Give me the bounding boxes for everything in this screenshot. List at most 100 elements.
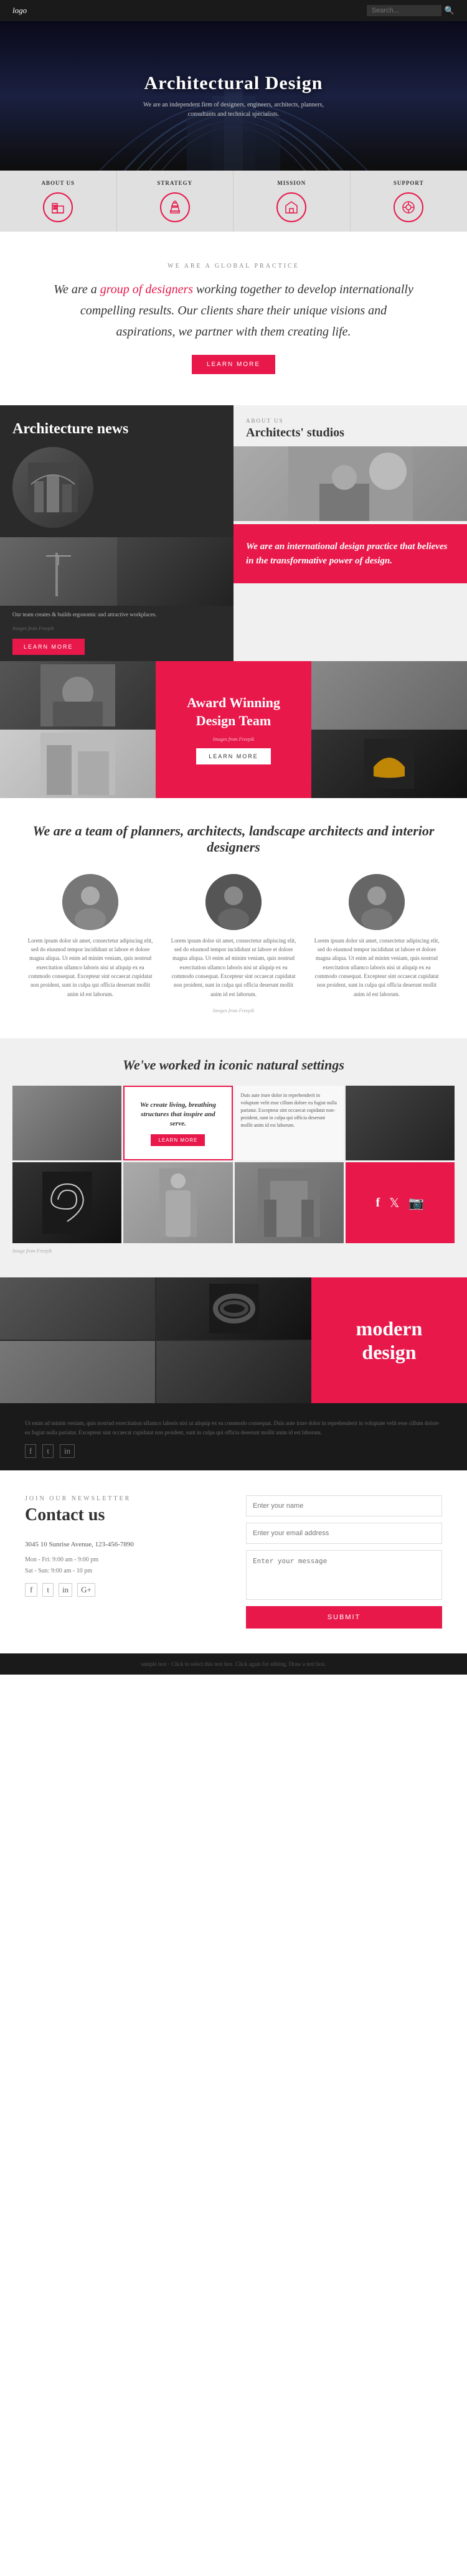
footer-top-section: Ut enim ad minim veniam, quis nostrud ex… [0,1403,467,1470]
iconic-lorem-text: Duis aute irure dolor in reprehenderit i… [241,1092,337,1129]
team-item-1: Lorem ipsum dolor sit amet, consectetur … [25,874,156,999]
nav-item-strategy[interactable]: STRATEGY [117,171,234,232]
modern-img-4 [156,1341,311,1403]
newsletter-grid: JOIN OUR NEWSLETTER Contact us 3045 10 S… [25,1495,442,1629]
team-img-1-svg [62,874,118,930]
nav-item-about[interactable]: ABOUT US [0,171,117,232]
spiral-svg [42,1172,92,1234]
award-img-right-bottom [311,730,467,798]
nav-icon-wrap-strategy [160,192,190,222]
search-bar: 🔍 [367,5,455,16]
nav-icon-wrap-support [394,192,423,222]
iconic-person-img [123,1162,232,1243]
arch-news-right: ABOUT US Architects' studios We are an i… [234,405,467,661]
studios-red-box: We are an international design practice … [234,524,467,583]
team-img-2-svg [205,874,262,930]
footer-bottom: sample text · Click to select this text … [0,1653,467,1675]
team-lorem-1: Lorem ipsum dolor sit amet, consectetur … [25,936,156,999]
award-helmet-svg [364,739,414,789]
arch-news-section: Architecture news Our team creates & bui… [0,405,467,661]
contact-social-icons: f t in G+ [25,1583,221,1597]
contact-linkedin-icon[interactable]: in [59,1583,72,1597]
nav-label-mission: MISSION [277,180,306,186]
arch-news-learn-btn[interactable]: LEARN MORE [12,639,85,655]
modern-img-3 [0,1341,155,1403]
studios-title: Architects' studios [234,426,467,446]
nav-icon-wrap-mission [276,192,306,222]
studios-about-label: ABOUT US [234,405,467,426]
award-learn-btn[interactable]: LEARN MORE [196,748,271,764]
team-circle-1 [62,874,118,930]
social-instagram-icon[interactable]: 📷 [408,1195,424,1211]
award-section: Award Winning Design Team Images from Fr… [0,661,467,798]
hero-title: Architectural Design [144,73,323,94]
contact-address: 3045 10 Sunrise Avenue, 123-456-7890 [25,1538,221,1551]
team-credit: Images from Freepik [25,1008,442,1013]
contact-twitter-icon[interactable]: t [42,1583,54,1597]
search-icon[interactable]: 🔍 [445,6,455,16]
learn-more-global-btn[interactable]: LEARN MORE [192,355,275,374]
form-submit-btn[interactable]: SUBMIT [246,1606,442,1629]
global-practice-section: WE ARE A GLOBAL PRACTICE We are a group … [0,232,467,405]
home-icon [284,200,299,215]
global-text-highlight: group of designers [100,283,193,296]
team-circle-3 [349,874,405,930]
contact-info-col: JOIN OUR NEWSLETTER Contact us 3045 10 S… [25,1495,221,1629]
iconic-quote-text: We create living, breathing structures t… [132,1101,224,1129]
logo: logo [12,6,27,16]
iconic-row1: We create living, breathing structures t… [0,1086,467,1160]
section-label: WE ARE A GLOBAL PRACTICE [50,263,417,270]
award-title: Award Winning Design Team [168,694,299,730]
footer-facebook-icon[interactable]: f [25,1444,36,1458]
social-twitter-icon[interactable]: 𝕏 [389,1195,399,1211]
modern-img-1 [0,1277,155,1340]
contact-facebook-icon[interactable]: f [25,1583,37,1597]
nav-label-about: ABOUT US [41,180,75,186]
arch-news-title: Architecture news [0,405,234,447]
iconic-title: We've worked in iconic natural settings [0,1051,467,1086]
iconic-lorem-box: Duis aute irure dolor in reprehenderit i… [235,1086,344,1160]
nav-icon-wrap-about [43,192,73,222]
social-facebook-icon[interactable]: f [376,1196,380,1210]
contact-hours-1: Mon - Fri: 9:00 am - 9:00 pm [25,1554,221,1566]
award-center-red: Award Winning Design Team Images from Fr… [156,661,311,798]
form-message-input[interactable] [246,1550,442,1600]
nav-item-support[interactable]: SUPPORT [351,171,467,232]
nav-label-strategy: STRATEGY [157,180,192,186]
contact-gplus-icon[interactable]: G+ [77,1583,95,1597]
modern-imgs-left [0,1277,311,1403]
arch-news-bottom-imgs [0,537,234,606]
building2-svg [258,1168,320,1237]
studios-img [234,446,467,521]
form-email-input[interactable] [246,1523,442,1544]
iconic-learn-btn[interactable]: LEARN MORE [151,1134,205,1146]
award-img-top [0,661,156,730]
footer-lorem-text: Ut enim ad minim veniam, quis nostrud ex… [25,1419,442,1437]
team-section: We are a team of planners, architects, l… [0,798,467,1039]
team-item-3: Lorem ipsum dolor sit amet, consectetur … [311,874,442,999]
award-right-imgs [311,661,467,798]
footer-twitter-icon[interactable]: t [42,1444,54,1458]
studios-quote: We are an international design practice … [246,540,455,568]
team-lorem-2: Lorem ipsum dolor sit amet, consectetur … [168,936,299,999]
modern-abstract-svg [209,1284,259,1333]
team-circle-2 [205,874,262,930]
award-img-bottom [0,730,156,798]
newsletter-label: JOIN OUR NEWSLETTER [25,1495,221,1502]
form-name-input[interactable] [246,1495,442,1516]
award-left-imgs [0,661,156,798]
nav-item-mission[interactable]: MISSION [234,171,351,232]
iconic-quote-box: We create living, breathing structures t… [123,1086,232,1160]
award-img-top-svg [40,664,115,726]
modern-section: modern design [0,1277,467,1403]
hero-section: Architectural Design We are an independe… [0,21,467,171]
hero-subtitle: We are an independent firm of designers,… [134,100,333,119]
award-img-bottom-svg [40,733,115,795]
iconic-img-2 [346,1086,455,1160]
team-grid: Lorem ipsum dolor sit amet, consectetur … [25,874,442,999]
iconic-section: We've worked in iconic natural settings … [0,1038,467,1277]
search-input[interactable] [367,5,441,16]
arch-news-desc: Our team creates & builds ergonomic and … [0,606,234,624]
footer-linkedin-icon[interactable]: in [60,1444,75,1458]
crane-svg [40,547,77,596]
